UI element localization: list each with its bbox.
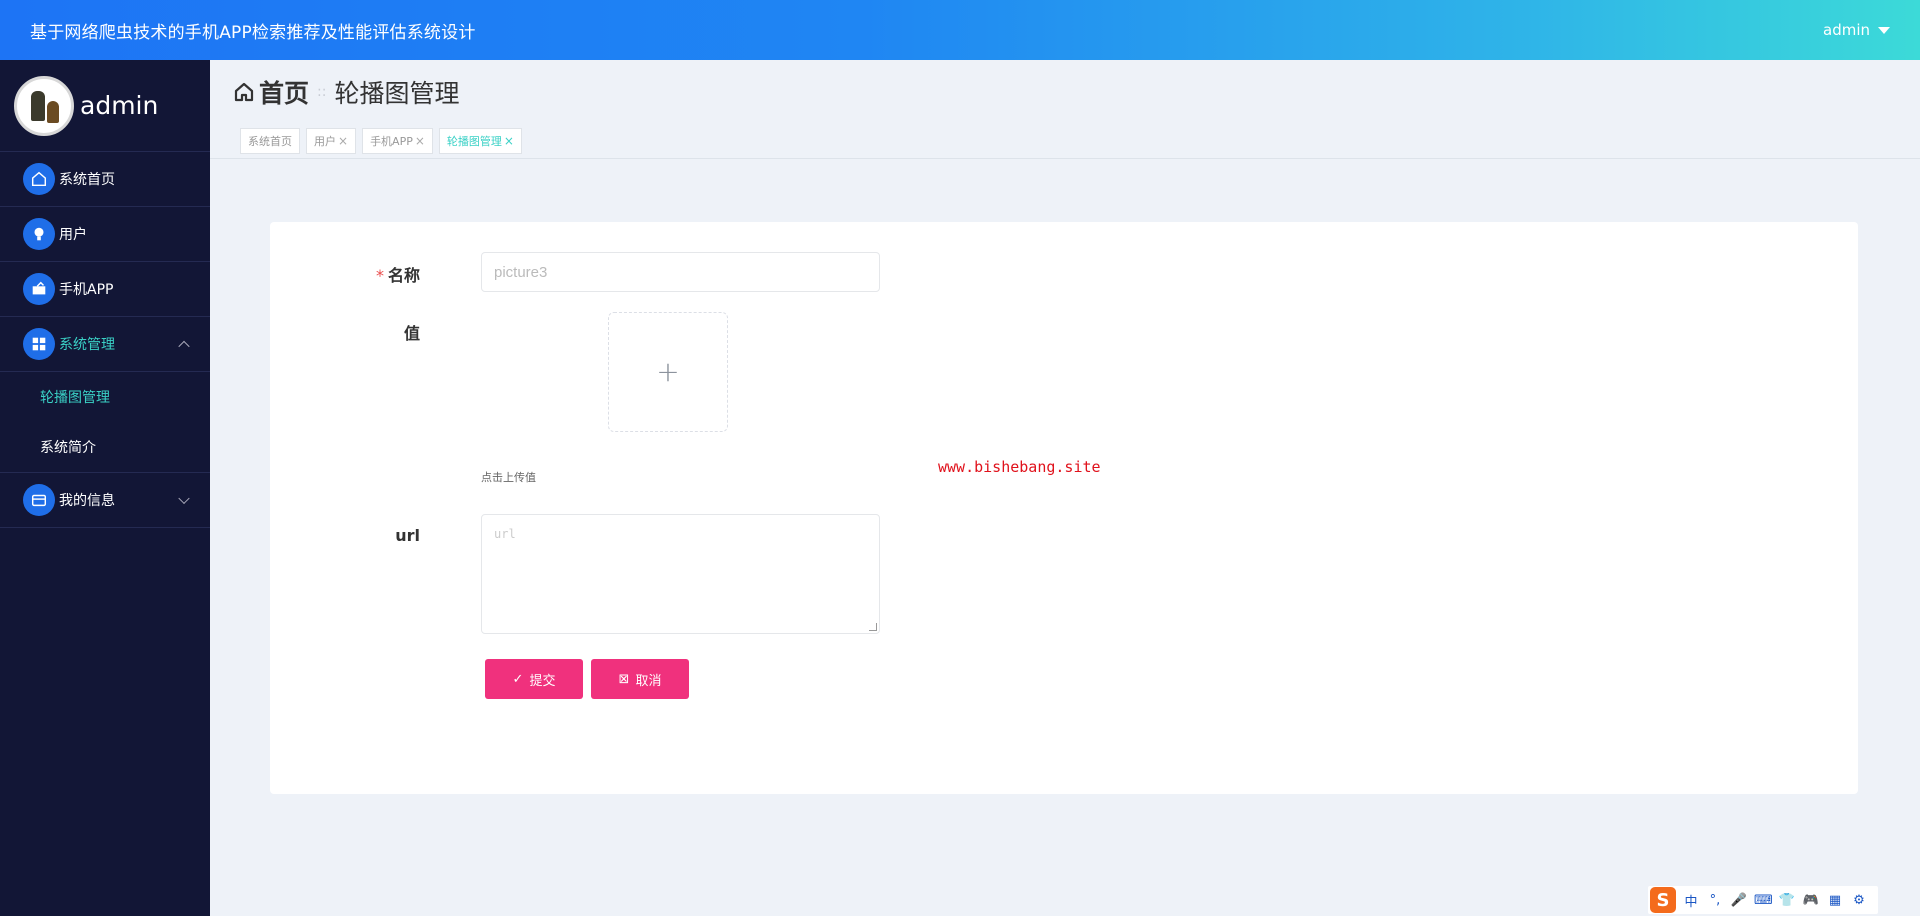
sidebar: admin 系统首页 用户 手机APP 系统管理 轮播图管理 系统简介 我的信息 [0,60,210,916]
cancel-button[interactable]: ⊠ 取消 [591,659,689,699]
upload-hint: 点击上传值 [481,471,536,484]
tab-bar: 系统首页 用户 × 手机APP × 轮播图管理 × [210,124,1920,159]
breadcrumb: 首页 :: 轮播图管理 [210,60,1920,124]
caret-down-icon [1878,26,1890,34]
game-icon[interactable]: 🎮 [1802,893,1820,908]
breadcrumb-current: 轮播图管理 [334,79,460,108]
image-uploader[interactable]: + [608,312,728,432]
main-content: 首页 :: 轮播图管理 系统首页 用户 × 手机APP × 轮播图管理 × * 名称 p… [210,60,1920,916]
sidebar-item-home[interactable]: 系统首页 [0,152,210,207]
value-label: 值 [403,324,420,343]
home-icon [234,82,254,102]
tab-users[interactable]: 用户 × [306,128,357,154]
tab-label: 轮播图管理 [446,135,502,148]
grid-icon [23,328,55,360]
top-header: 基于网络爬虫技术的手机APP检索推荐及性能评估系统设计 admin [0,0,1920,60]
bulb-icon [23,218,55,250]
user-menu-label: admin [1823,21,1870,39]
submit-button[interactable]: ✓ 提交 [485,659,583,699]
plus-icon: + [656,355,680,388]
ime-toolbar: S 中 °, 🎤 ⌨ 👕 🎮 ▦ ⚙ [1648,886,1878,914]
sidebar-item-users[interactable]: 用户 [0,207,210,262]
ime-chinese-toggle[interactable]: 中 [1682,891,1700,910]
close-icon[interactable]: × [504,134,514,148]
sidebar-item-label: 手机APP [59,282,114,298]
tab-carousel[interactable]: 轮播图管理 × [438,128,522,154]
close-box-icon: ⊠ [618,671,630,687]
microphone-icon[interactable]: 🎤 [1730,893,1748,908]
wallet-icon [23,484,55,516]
tab-label: 用户 [314,135,336,148]
sidebar-item-apps[interactable]: 手机APP [0,262,210,317]
required-marker: * [375,266,384,285]
tab-label: 系统首页 [248,135,292,148]
url-label: url [395,526,420,545]
close-icon[interactable]: × [338,134,348,148]
keyboard-icon[interactable]: ⌨ [1754,893,1773,908]
chevron-up-icon [178,340,190,353]
url-textarea[interactable]: url [481,514,880,634]
ime-punctuation-icon[interactable]: °, [1706,893,1724,908]
sidebar-item-label: 用户 [59,227,87,243]
app-title: 基于网络爬虫技术的手机APP检索推荐及性能评估系统设计 [30,22,476,43]
close-icon[interactable]: × [415,134,425,148]
home-icon [23,163,55,195]
sidebar-subitem-carousel[interactable]: 轮播图管理 [0,372,210,422]
avatar [14,75,74,136]
chevron-down-icon [178,492,190,505]
breadcrumb-home[interactable]: 首页 [232,74,309,110]
check-icon: ✓ [512,671,524,687]
tab-home[interactable]: 系统首页 [240,128,300,154]
name-input[interactable]: picture3 [481,252,880,292]
tab-label: 手机APP [370,135,413,148]
sidebar-item-my-info[interactable]: 我的信息 [0,473,210,528]
watermark-text: www.bishebang.site [938,458,1101,476]
form-card: * 名称 picture3 值 + 点击上传值 www.bishebang.sit… [270,222,1858,794]
breadcrumb-separator: :: [317,84,327,100]
breadcrumb-home-label: 首页 [259,79,310,108]
user-menu[interactable]: admin [1823,21,1890,39]
sidebar-item-label: 我的信息 [59,493,115,509]
grid-icon[interactable]: ▦ [1826,893,1844,908]
url-placeholder: url [494,527,516,541]
settings-icon[interactable]: ⚙ [1850,893,1868,908]
sogou-logo-icon[interactable]: S [1650,887,1676,913]
name-label: * 名称 [375,266,420,285]
resize-handle-icon[interactable] [869,623,877,631]
sidebar-item-system-management[interactable]: 系统管理 [0,317,210,372]
sidebar-item-label: 系统首页 [59,172,115,188]
profile: admin [0,60,210,152]
submenu-system-management: 轮播图管理 系统简介 [0,372,210,473]
skin-icon[interactable]: 👕 [1778,893,1796,908]
tab-apps[interactable]: 手机APP × [362,128,433,154]
sidebar-item-label: 系统管理 [59,337,115,353]
folder-icon [23,273,55,305]
profile-name: admin [80,91,159,120]
sidebar-subitem-about[interactable]: 系统简介 [0,422,210,472]
